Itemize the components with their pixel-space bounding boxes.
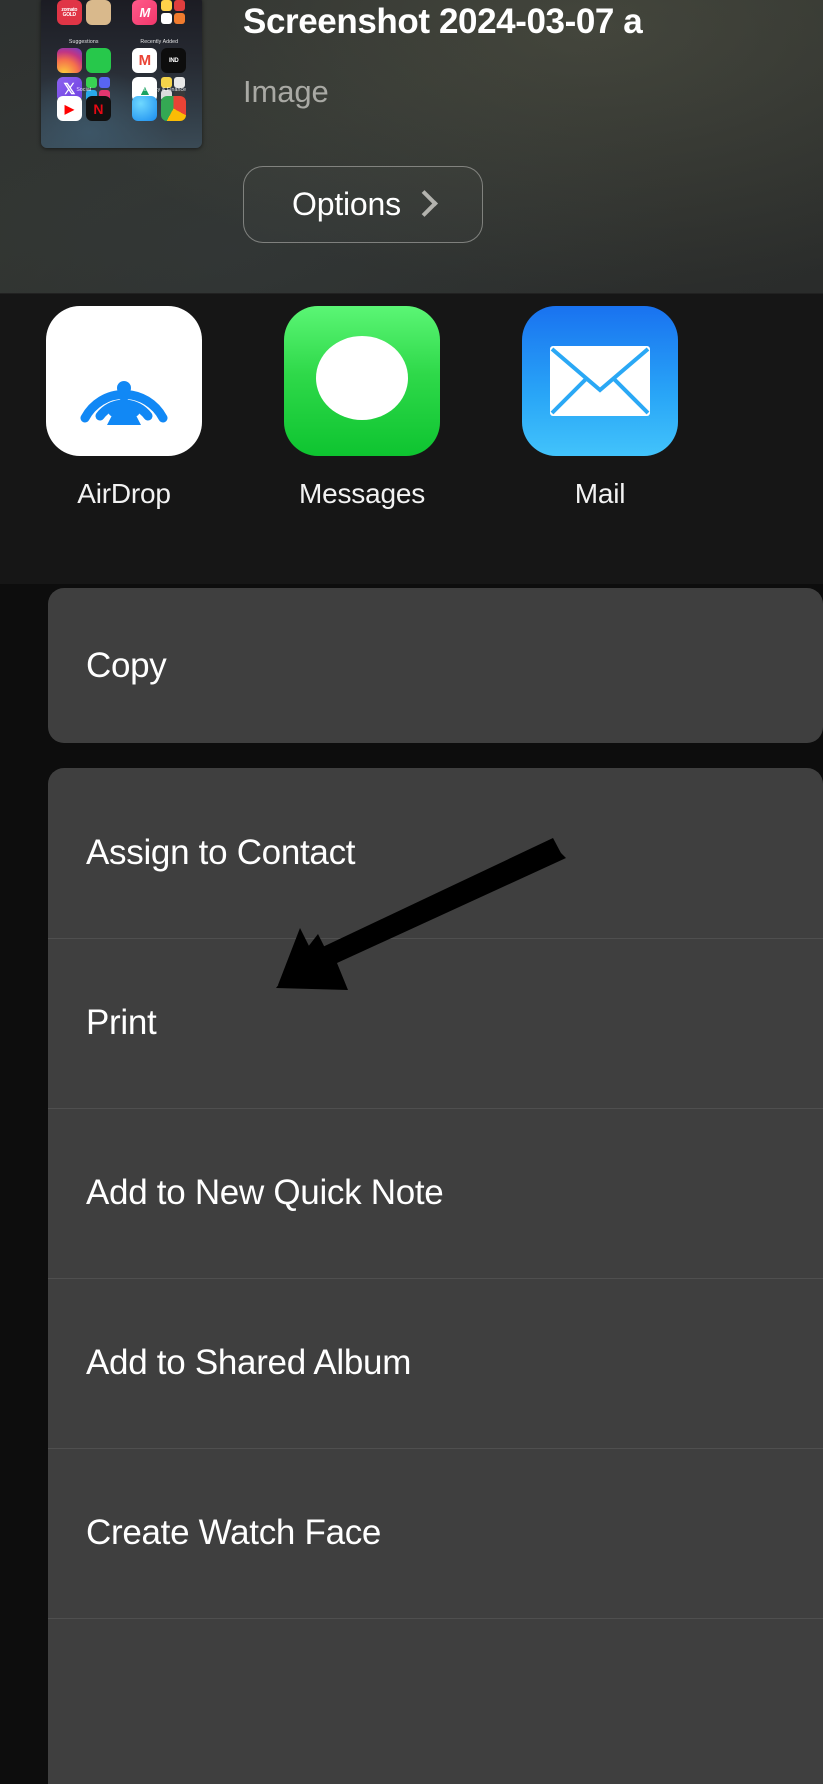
shared-item-thumbnail[interactable]: zomato GOLD Suggestions M Recently Added… [41,0,202,148]
thumbnail-app-gmail: M [132,48,158,73]
thumbnail-app-instagram [56,48,82,73]
action-row-label: Add to Shared Album [86,1343,412,1382]
thumbnail-folder-social: 𝕏 Social [46,46,122,102]
share-target-airdrop[interactable]: AirDrop [46,306,202,510]
share-target-mail[interactable]: Mail [522,306,678,510]
thumbnail-dock-left: ▶ N [46,94,122,140]
share-target-messages[interactable]: Messages [284,306,440,510]
thumbnail-app-netflix: N [85,96,111,121]
action-row-add-to-new-quick-note[interactable]: Add to New Quick Note [48,1108,823,1278]
airdrop-glyph [80,381,168,425]
thumbnail-folder-recently-added: M Recently Added [122,0,198,46]
action-row-label: Copy [86,645,167,685]
envelope-glyph [550,346,650,416]
speech-bubble-glyph [316,336,408,420]
options-button[interactable]: Options [243,166,483,243]
thumbnail-folder-productivity: M IND ▲ Productivity & Finance [122,46,198,102]
shared-item-title: Screenshot 2024-03-07 a [243,2,643,41]
shared-item-type: Image [243,74,329,109]
thumbnail-folder-label: Recently Added [140,39,179,45]
thumbnail-app-amazon [85,0,111,25]
speech-bubble-tail [350,390,372,408]
thumbnail-mini-grid [161,0,186,25]
action-row-copy[interactable]: Copy [48,588,823,743]
action-row-label: Add to New Quick Note [86,1173,444,1212]
messages-icon [284,306,440,456]
thumbnail-folder-suggestions: zomato GOLD Suggestions [46,0,122,46]
share-target-label: Mail [574,478,626,509]
share-targets-row[interactable]: AirDrop Messages Mail [0,293,823,584]
action-row-partial-next[interactable] [48,1618,823,1784]
share-sheet-header: zomato GOLD Suggestions M Recently Added… [0,0,823,293]
envelope-flap [550,347,650,415]
thumbnail-app-youtube: ▶ [56,96,82,121]
action-row-label: Print [86,1003,157,1042]
share-sheet-screen: zomato GOLD Suggestions M Recently Added… [0,0,823,1784]
thumbnail-folder-label: Suggestions [68,39,99,45]
action-row-label: Create Watch Face [86,1513,382,1552]
thumbnail-app-zomato: zomato GOLD [56,0,82,25]
thumbnail-folder-label: Social [76,87,92,93]
mail-icon [522,306,678,456]
airdrop-icon [46,306,202,456]
thumbnail-app-whatsapp [85,48,111,73]
thumbnail-app-m: M [132,0,158,25]
action-group-clipboard: Copy [48,588,823,743]
thumbnail-app-indmoney: IND [161,48,187,73]
thumbnail-app-safari [132,96,158,121]
action-row-create-watch-face[interactable]: Create Watch Face [48,1448,823,1618]
thumbnail-app-grid: zomato GOLD Suggestions M Recently Added… [46,0,197,146]
thumbnail-app-chrome [161,96,187,121]
thumbnail-folder-label: Productivity & Finance [132,87,187,93]
chevron-right-icon [411,190,438,217]
action-row-assign-to-contact[interactable]: Assign to Contact [48,768,823,938]
options-button-label: Options [292,186,401,222]
action-row-label: Assign to Contact [86,833,356,872]
share-target-label: Messages [298,478,425,509]
action-row-print[interactable]: Print [48,938,823,1108]
thumbnail-dock-right [122,94,198,140]
action-group-actions: Assign to Contact Print Add to New Quick… [48,768,823,1784]
share-target-label: AirDrop [77,478,171,509]
action-row-add-to-shared-album[interactable]: Add to Shared Album [48,1278,823,1448]
